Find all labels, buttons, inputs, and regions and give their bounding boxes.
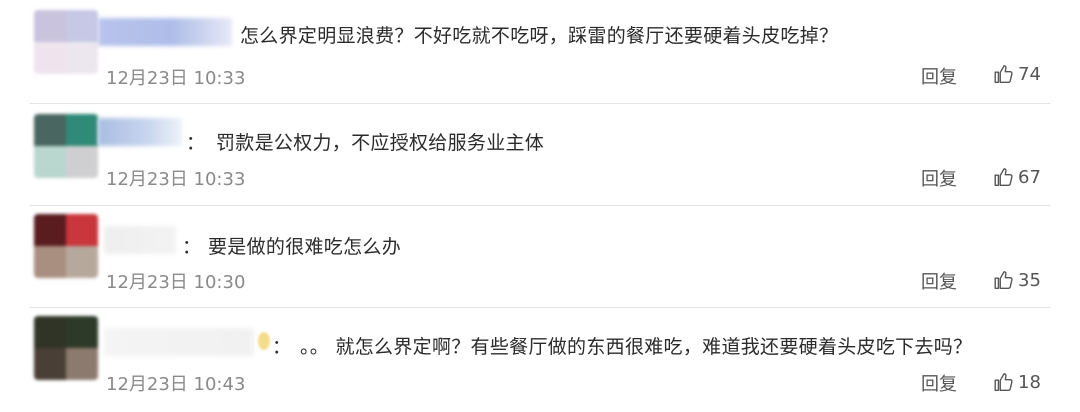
avatar[interactable] xyxy=(34,114,98,178)
thumbs-up-icon xyxy=(994,168,1013,186)
reply-button[interactable]: 回复 xyxy=(921,63,957,89)
like-button[interactable]: 67 xyxy=(992,166,1041,188)
comment-item: ： 。。 就怎么界定啊？有些餐厅做的东西很难吃，难道我还要硬着头皮吃下去吗？ 1… xyxy=(0,308,1080,412)
thumbs-up-icon xyxy=(994,65,1013,83)
thumbs-up-icon xyxy=(994,271,1013,289)
like-button[interactable]: 18 xyxy=(992,371,1041,393)
avatar[interactable] xyxy=(34,214,98,278)
reply-button[interactable]: 回复 xyxy=(921,370,957,396)
avatar[interactable] xyxy=(34,316,98,380)
like-count: 67 xyxy=(1018,166,1041,188)
comment-text: 。。 就怎么界定啊？有些餐厅做的东西很难吃，难道我还要硬着头皮吃下去吗？ xyxy=(300,336,973,358)
comment-text: 罚款是公权力，不应授权给服务业主体 xyxy=(216,132,545,154)
username[interactable] xyxy=(98,118,182,146)
comment-item: ： 罚款是公权力，不应授权给服务业主体 12月23日 10:33 回复 67 xyxy=(0,104,1080,204)
like-button[interactable]: 74 xyxy=(992,63,1041,85)
comment-timestamp: 12月23日 10:33 xyxy=(106,169,246,190)
username[interactable] xyxy=(98,18,232,46)
like-count: 74 xyxy=(1018,63,1041,85)
comment-item: 怎么界定明显浪费？不好吃就不吃呀，踩雷的餐厅还要硬着头皮吃掉？ 12月23日 1… xyxy=(0,0,1080,100)
like-button[interactable]: 35 xyxy=(992,269,1041,291)
username[interactable] xyxy=(104,328,254,356)
username[interactable] xyxy=(104,226,176,254)
comment-timestamp: 12月23日 10:33 xyxy=(106,68,246,89)
comment-list: 怎么界定明显浪费？不好吃就不吃呀，踩雷的餐厅还要硬着头皮吃掉？ 12月23日 1… xyxy=(0,0,1080,412)
colon-separator: ： xyxy=(272,336,292,358)
thumbs-up-icon xyxy=(994,373,1013,391)
colon-separator: ： xyxy=(182,236,202,258)
colon-separator: ： xyxy=(186,132,206,154)
comment-text: 要是做的很难吃怎么办 xyxy=(208,236,402,258)
comment-timestamp: 12月23日 10:43 xyxy=(106,374,246,395)
reply-button[interactable]: 回复 xyxy=(921,268,957,294)
emoji-icon xyxy=(258,332,270,350)
comment-text: 怎么界定明显浪费？不好吃就不吃呀，踩雷的餐厅还要硬着头皮吃掉？ xyxy=(240,25,839,47)
comment-item: ： 要是做的很难吃怎么办 12月23日 10:30 回复 35 xyxy=(0,206,1080,306)
like-count: 35 xyxy=(1018,269,1041,291)
reply-button[interactable]: 回复 xyxy=(921,165,957,191)
comment-timestamp: 12月23日 10:30 xyxy=(106,272,246,293)
like-count: 18 xyxy=(1018,371,1041,393)
avatar[interactable] xyxy=(34,10,98,74)
